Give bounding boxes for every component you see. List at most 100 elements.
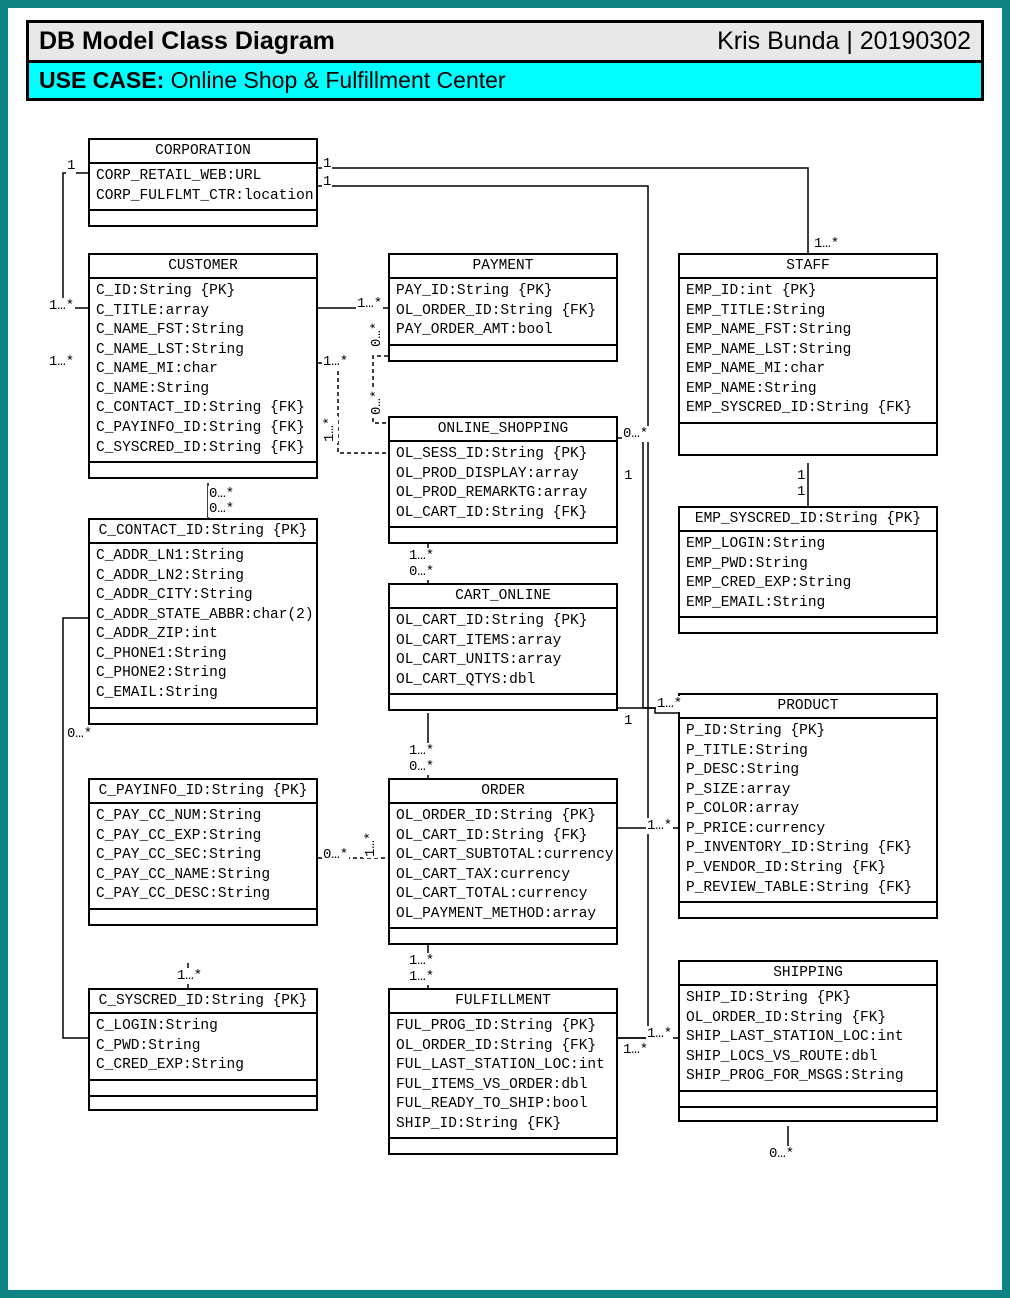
header: DB Model Class Diagram Kris Bunda | 2019… bbox=[26, 20, 984, 101]
attr: FUL_ITEMS_VS_ORDER:dbl bbox=[396, 1076, 610, 1096]
class-order: ORDER OL_ORDER_ID:String {PK} OL_CART_ID… bbox=[388, 778, 618, 945]
attr: EMP_ID:int {PK} bbox=[686, 282, 930, 302]
attr: OL_PAYMENT_METHOD:array bbox=[396, 905, 610, 925]
attr: C_PWD:String bbox=[96, 1037, 310, 1057]
mult-label: 1…* bbox=[622, 1042, 649, 1058]
class-ops bbox=[90, 1081, 316, 1095]
attr: P_INVENTORY_ID:String {FK} bbox=[686, 839, 930, 859]
attr: FUL_PROG_ID:String {PK} bbox=[396, 1017, 610, 1037]
attr: OL_SESS_ID:String {PK} bbox=[396, 445, 610, 465]
class-title: PRODUCT bbox=[680, 695, 936, 719]
attr: OL_CART_TAX:currency bbox=[396, 866, 610, 886]
class-title: EMP_SYSCRED_ID:String {PK} bbox=[680, 508, 936, 532]
page-frame: DB Model Class Diagram Kris Bunda | 2019… bbox=[0, 0, 1010, 1298]
class-attrs: OL_CART_ID:String {PK} OL_CART_ITEMS:arr… bbox=[390, 609, 616, 695]
class-attrs: C_ADDR_LN1:String C_ADDR_LN2:String C_AD… bbox=[90, 544, 316, 709]
class-ops-extra bbox=[680, 1106, 936, 1120]
attr: EMP_LOGIN:String bbox=[686, 535, 930, 555]
attr: OL_CART_ID:String {FK} bbox=[396, 504, 610, 524]
class-ops bbox=[90, 463, 316, 477]
usecase-label: USE CASE: bbox=[39, 67, 164, 93]
mult-label: 0…* bbox=[369, 389, 385, 416]
mult-label: 1…* bbox=[48, 298, 75, 314]
class-customer: CUSTOMER C_ID:String {PK} C_TITLE:array … bbox=[88, 253, 318, 479]
class-title: C_PAYINFO_ID:String {PK} bbox=[90, 780, 316, 804]
attr: OL_CART_ITEMS:array bbox=[396, 632, 610, 652]
attr: C_PHONE2:String bbox=[96, 664, 310, 684]
attr: EMP_NAME:String bbox=[686, 380, 930, 400]
class-ops bbox=[90, 910, 316, 924]
mult-label: 1…* bbox=[646, 1026, 673, 1042]
attr: OL_ORDER_ID:String {FK} bbox=[396, 302, 610, 322]
class-ops bbox=[680, 424, 936, 454]
class-attrs: C_LOGIN:String C_PWD:String C_CRED_EXP:S… bbox=[90, 1014, 316, 1081]
attr: C_ADDR_LN1:String bbox=[96, 547, 310, 567]
mult-label: 1…* bbox=[408, 969, 435, 985]
attr: P_TITLE:String bbox=[686, 742, 930, 762]
class-ops bbox=[390, 695, 616, 709]
mult-label: 1…* bbox=[408, 548, 435, 564]
attr: EMP_SYSCRED_ID:String {FK} bbox=[686, 399, 930, 419]
class-c-syscred: C_SYSCRED_ID:String {PK} C_LOGIN:String … bbox=[88, 988, 318, 1111]
attr: C_ID:String {PK} bbox=[96, 282, 310, 302]
attr: SHIP_PROG_FOR_MSGS:String bbox=[686, 1067, 930, 1087]
attr: C_PAY_CC_EXP:String bbox=[96, 827, 310, 847]
attr: CORP_FULFLMT_CTR:location bbox=[96, 187, 310, 207]
attr: OL_CART_ID:String {FK} bbox=[396, 827, 610, 847]
usecase-bar: USE CASE: Online Shop & Fulfillment Cent… bbox=[26, 63, 984, 101]
attr: EMP_PWD:String bbox=[686, 555, 930, 575]
attr: C_NAME_LST:String bbox=[96, 341, 310, 361]
usecase-text: Online Shop & Fulfillment Center bbox=[171, 67, 506, 93]
attr: OL_CART_ID:String {PK} bbox=[396, 612, 610, 632]
class-cart-online: CART_ONLINE OL_CART_ID:String {PK} OL_CA… bbox=[388, 583, 618, 711]
class-attrs: OL_SESS_ID:String {PK} OL_PROD_DISPLAY:a… bbox=[390, 442, 616, 528]
mult-label: 0…* bbox=[66, 726, 93, 742]
attr: C_CRED_EXP:String bbox=[96, 1056, 310, 1076]
mult-label: 0…* bbox=[322, 847, 349, 863]
class-title: ORDER bbox=[390, 780, 616, 804]
class-attrs: C_ID:String {PK} C_TITLE:array C_NAME_FS… bbox=[90, 279, 316, 463]
class-attrs: C_PAY_CC_NUM:String C_PAY_CC_EXP:String … bbox=[90, 804, 316, 910]
class-title: SHIPPING bbox=[680, 962, 936, 986]
class-ops bbox=[390, 1139, 616, 1153]
attr: P_COLOR:array bbox=[686, 800, 930, 820]
class-title: PAYMENT bbox=[390, 255, 616, 279]
class-title: CUSTOMER bbox=[90, 255, 316, 279]
attr: C_PAY_CC_SEC:String bbox=[96, 846, 310, 866]
attr: C_SYSCRED_ID:String {FK} bbox=[96, 439, 310, 459]
attr: OL_ORDER_ID:String {PK} bbox=[396, 807, 610, 827]
class-c-payinfo: C_PAYINFO_ID:String {PK} C_PAY_CC_NUM:St… bbox=[88, 778, 318, 926]
class-staff: STAFF EMP_ID:int {PK} EMP_TITLE:String E… bbox=[678, 253, 938, 456]
attr: C_CONTACT_ID:String {FK} bbox=[96, 399, 310, 419]
attr: C_PAY_CC_DESC:String bbox=[96, 885, 310, 905]
class-title: C_SYSCRED_ID:String {PK} bbox=[90, 990, 316, 1014]
class-attrs: P_ID:String {PK} P_TITLE:String P_DESC:S… bbox=[680, 719, 936, 903]
mult-label: 1 bbox=[623, 468, 633, 484]
class-shipping: SHIPPING SHIP_ID:String {PK} OL_ORDER_ID… bbox=[678, 960, 938, 1122]
class-title: ONLINE_SHOPPING bbox=[390, 418, 616, 442]
mult-label: 1…* bbox=[646, 818, 673, 834]
class-attrs: EMP_ID:int {PK} EMP_TITLE:String EMP_NAM… bbox=[680, 279, 936, 424]
attr: OL_PROD_REMARKTG:array bbox=[396, 484, 610, 504]
mult-label: 1 bbox=[66, 158, 76, 174]
class-ops bbox=[90, 211, 316, 225]
attr: FUL_READY_TO_SHIP:bool bbox=[396, 1095, 610, 1115]
attr: P_PRICE:currency bbox=[686, 820, 930, 840]
class-title: STAFF bbox=[680, 255, 936, 279]
attr: C_NAME_FST:String bbox=[96, 321, 310, 341]
class-ops-extra bbox=[90, 1095, 316, 1109]
mult-label: 0…* bbox=[208, 501, 235, 517]
attr: SHIP_ID:String {PK} bbox=[686, 989, 930, 1009]
attr: OL_CART_TOTAL:currency bbox=[396, 885, 610, 905]
mult-label: 1 bbox=[796, 468, 806, 484]
class-payment: PAYMENT PAY_ID:String {PK} OL_ORDER_ID:S… bbox=[388, 253, 618, 362]
mult-label: 1…* bbox=[408, 953, 435, 969]
attr: C_NAME:String bbox=[96, 380, 310, 400]
attr: OL_CART_UNITS:array bbox=[396, 651, 610, 671]
attr: C_ADDR_STATE_ABBR:char(2) bbox=[96, 606, 310, 626]
attr: FUL_LAST_STATION_LOC:int bbox=[396, 1056, 610, 1076]
mult-label: 0…* bbox=[408, 564, 435, 580]
class-ops bbox=[680, 1092, 936, 1106]
mult-label: 1…* bbox=[363, 831, 379, 858]
attr: EMP_NAME_LST:String bbox=[686, 341, 930, 361]
